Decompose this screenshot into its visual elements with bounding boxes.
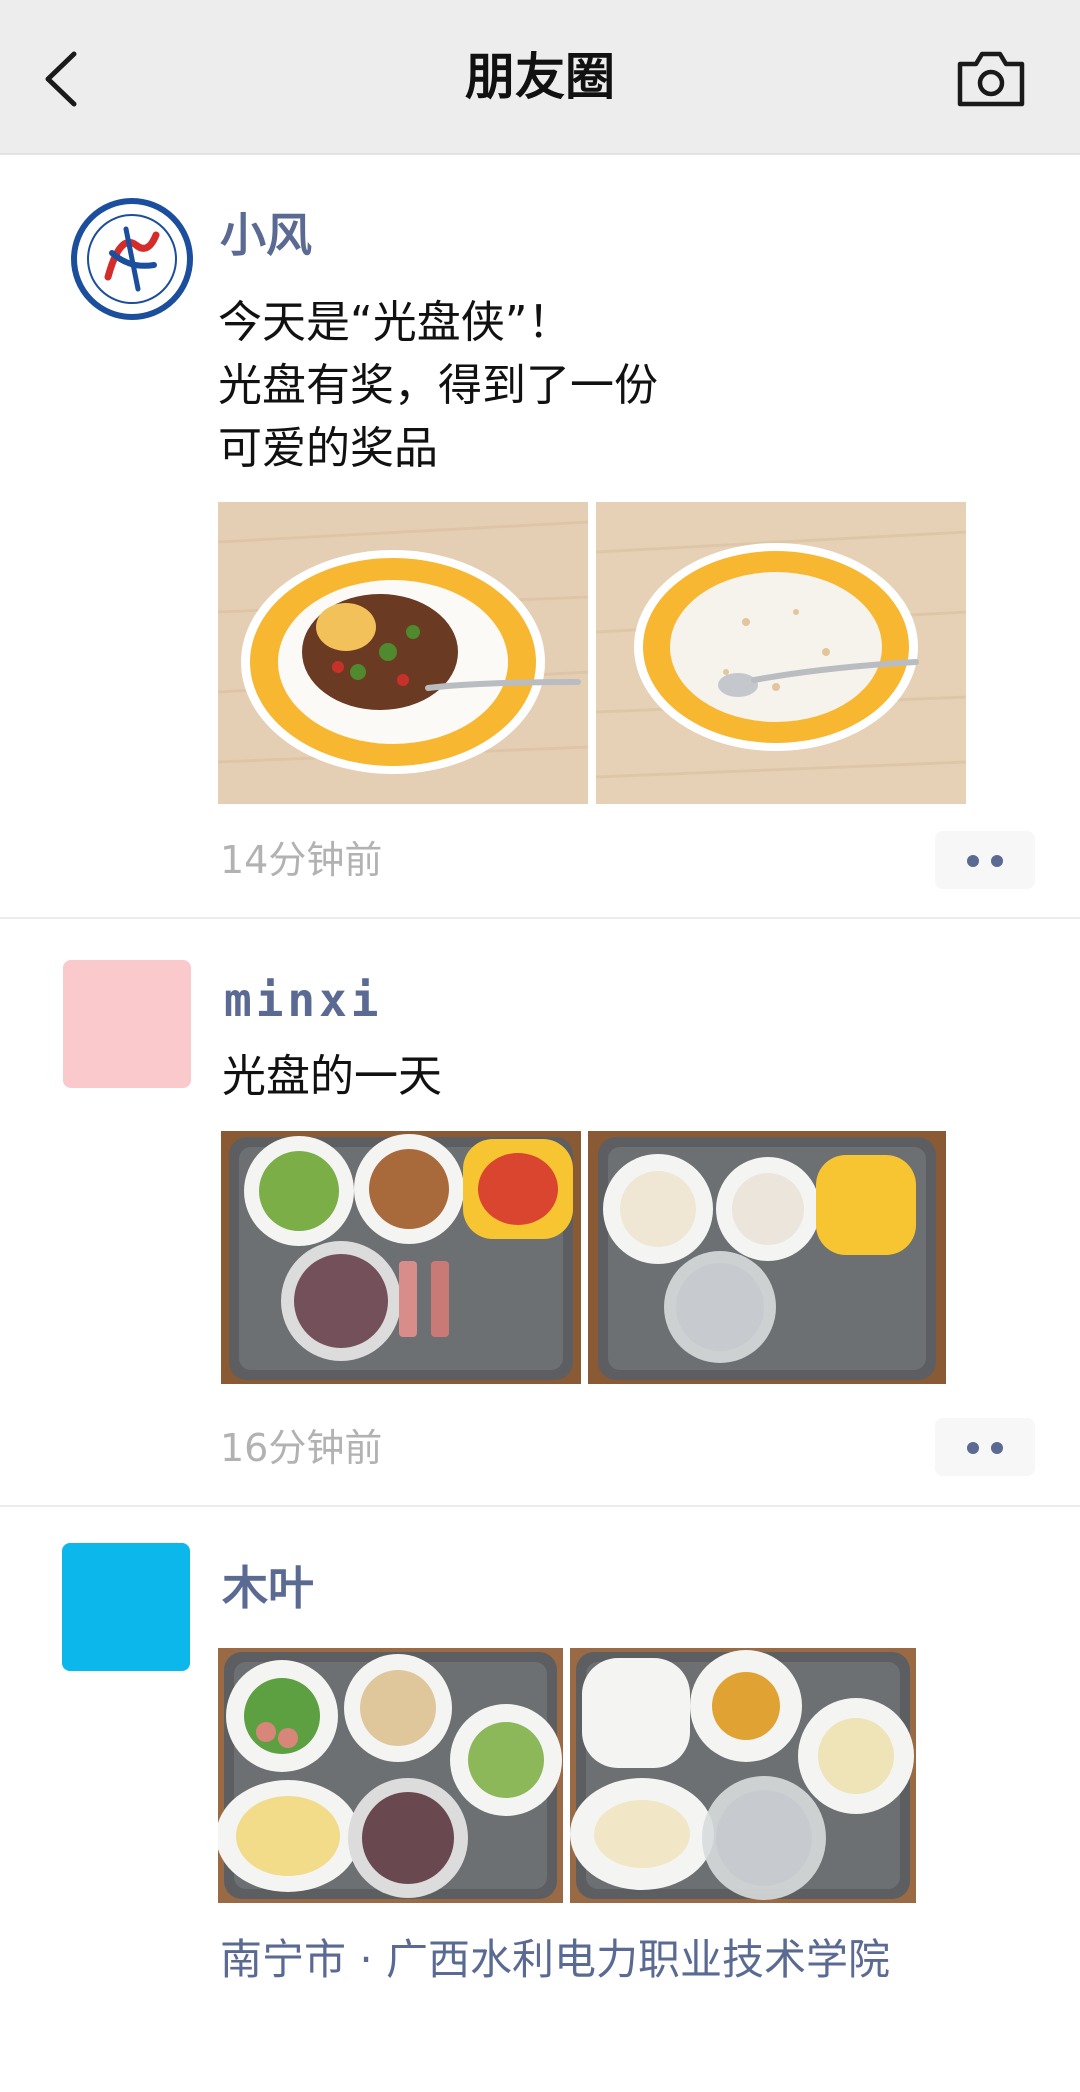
post-text: 今天是“光盘侠”！ 光盘有奖，得到了一份 可爱的奖品 bbox=[218, 291, 658, 480]
post-author-name[interactable]: 小风 bbox=[220, 205, 312, 265]
post-location-link[interactable]: 南宁市 · 广西水利电力职业技术学院 bbox=[220, 1930, 890, 1990]
post-photo[interactable] bbox=[218, 1648, 563, 1903]
more-dots-icon bbox=[991, 1442, 1003, 1454]
avatar[interactable] bbox=[62, 1543, 190, 1671]
post-photo[interactable] bbox=[588, 1131, 946, 1384]
post-timestamp: 16分钟前 bbox=[220, 1426, 383, 1470]
post-text: 光盘的一天 bbox=[222, 1045, 442, 1108]
avatar[interactable] bbox=[63, 960, 191, 1088]
post-photo[interactable] bbox=[218, 502, 588, 804]
more-dots-icon bbox=[967, 1442, 979, 1454]
top-nav-bar: 朋友圈 bbox=[0, 0, 1080, 155]
post-text-line: 光盘的一天 bbox=[222, 1051, 442, 1102]
post-text-line: 光盘有奖，得到了一份 bbox=[218, 360, 658, 411]
post-text-line: 可爱的奖品 bbox=[218, 423, 438, 474]
post-timestamp: 14分钟前 bbox=[220, 838, 383, 882]
more-dots-icon bbox=[967, 855, 979, 867]
page-title: 朋友圈 bbox=[465, 48, 615, 106]
post-text-line: 今天是“光盘侠”！ bbox=[218, 297, 572, 348]
post-divider bbox=[0, 917, 1080, 919]
camera-button[interactable] bbox=[956, 48, 1026, 110]
post-photo[interactable] bbox=[570, 1648, 916, 1903]
post-author-name[interactable]: 木叶 bbox=[222, 1558, 314, 1618]
avatar[interactable] bbox=[68, 195, 196, 323]
more-actions-button[interactable] bbox=[935, 1418, 1035, 1476]
post-photo[interactable] bbox=[221, 1131, 581, 1384]
post-photo[interactable] bbox=[596, 502, 966, 804]
post-divider bbox=[0, 1505, 1080, 1507]
camera-icon bbox=[957, 51, 1025, 107]
college-logo-icon bbox=[71, 198, 193, 320]
post-author-name[interactable]: minxi bbox=[224, 970, 382, 1030]
more-actions-button[interactable] bbox=[935, 831, 1035, 889]
more-dots-icon bbox=[991, 855, 1003, 867]
